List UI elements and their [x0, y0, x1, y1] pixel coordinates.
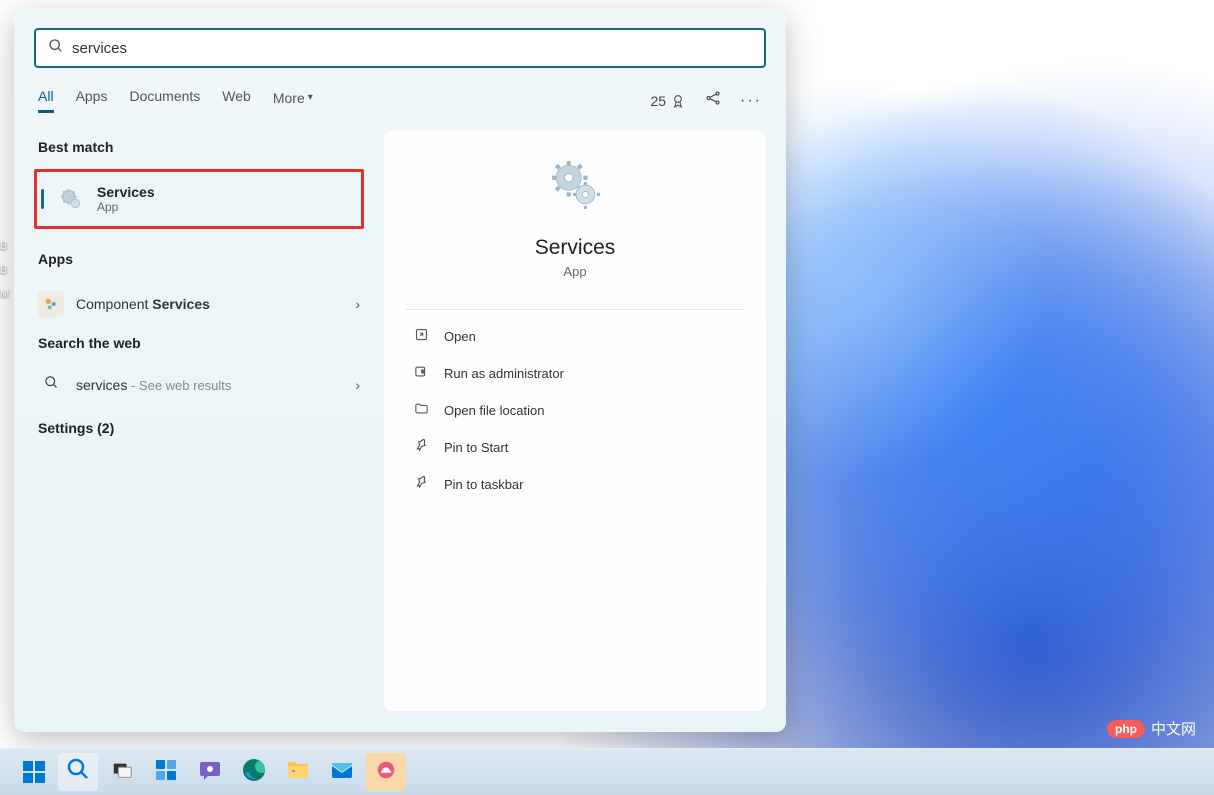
widgets-icon — [154, 758, 178, 787]
web-search-services[interactable]: services - See web results › — [34, 365, 364, 404]
task-view-icon — [111, 759, 133, 786]
best-match-label: Best match — [34, 131, 364, 169]
edge-icon — [242, 758, 266, 787]
preview-panel: Services App Open Run as administrator — [384, 131, 766, 711]
chat-button[interactable] — [190, 753, 230, 791]
tab-more[interactable]: More ▾ — [273, 88, 313, 113]
circle-app-icon — [375, 759, 397, 786]
rewards-badge[interactable]: 25 — [650, 93, 686, 109]
component-services-icon — [38, 291, 64, 317]
open-icon — [412, 327, 430, 346]
chevron-right-icon: › — [355, 377, 360, 393]
search-web-label: Search the web — [34, 327, 364, 365]
windows-logo-icon — [23, 761, 45, 783]
widgets-button[interactable] — [146, 753, 186, 791]
pin-icon — [412, 475, 430, 494]
task-view-button[interactable] — [102, 753, 142, 791]
action-pin-start[interactable]: Pin to Start — [406, 429, 744, 466]
action-open[interactable]: Open — [406, 318, 744, 355]
mail-icon — [330, 758, 354, 787]
action-pin-taskbar[interactable]: Pin to taskbar — [406, 466, 744, 503]
services-app-icon — [57, 185, 85, 213]
tab-web[interactable]: Web — [222, 88, 251, 113]
tabs-row: All Apps Documents Web More ▾ 25 ··· — [34, 88, 766, 131]
mail-button[interactable] — [322, 753, 362, 791]
search-box[interactable] — [34, 28, 766, 68]
start-search-panel: All Apps Documents Web More ▾ 25 ··· Bes… — [14, 8, 786, 732]
tab-all[interactable]: All — [38, 88, 54, 113]
desktop-icons-partial: B B M — [0, 240, 9, 312]
start-button[interactable] — [14, 753, 54, 791]
tab-documents[interactable]: Documents — [129, 88, 200, 113]
pin-icon — [412, 438, 430, 457]
folder-icon — [286, 758, 310, 787]
apps-item-component-services[interactable]: Component Services › — [34, 281, 364, 327]
chevron-down-icon: ▾ — [308, 92, 313, 103]
folder-icon — [412, 401, 430, 420]
watermark: php 中文网 — [1107, 718, 1196, 739]
shield-icon — [412, 364, 430, 383]
search-button[interactable] — [58, 753, 98, 791]
medal-icon — [670, 93, 686, 109]
more-options-icon[interactable]: ··· — [740, 92, 762, 110]
share-icon[interactable] — [704, 89, 722, 112]
apps-label: Apps — [34, 243, 364, 281]
chat-icon — [198, 758, 222, 787]
preview-subtitle: App — [563, 264, 586, 279]
search-icon — [48, 38, 64, 59]
preview-title: Services — [535, 236, 616, 260]
best-match-title: Services — [97, 184, 155, 200]
action-open-location[interactable]: Open file location — [406, 392, 744, 429]
search-icon — [66, 757, 90, 787]
chevron-right-icon: › — [355, 296, 360, 312]
edge-button[interactable] — [234, 753, 274, 791]
search-icon — [38, 375, 64, 394]
search-input[interactable] — [72, 40, 752, 57]
best-match-services[interactable]: Services App — [34, 169, 364, 229]
tab-apps[interactable]: Apps — [76, 88, 108, 113]
app-button[interactable] — [366, 753, 406, 791]
action-run-admin[interactable]: Run as administrator — [406, 355, 744, 392]
settings-label: Settings (2) — [34, 404, 364, 450]
explorer-button[interactable] — [278, 753, 318, 791]
services-large-icon — [550, 159, 600, 220]
best-match-subtitle: App — [97, 200, 155, 214]
taskbar — [0, 748, 1214, 795]
results-column: Best match Services App Apps Componen — [34, 131, 364, 711]
